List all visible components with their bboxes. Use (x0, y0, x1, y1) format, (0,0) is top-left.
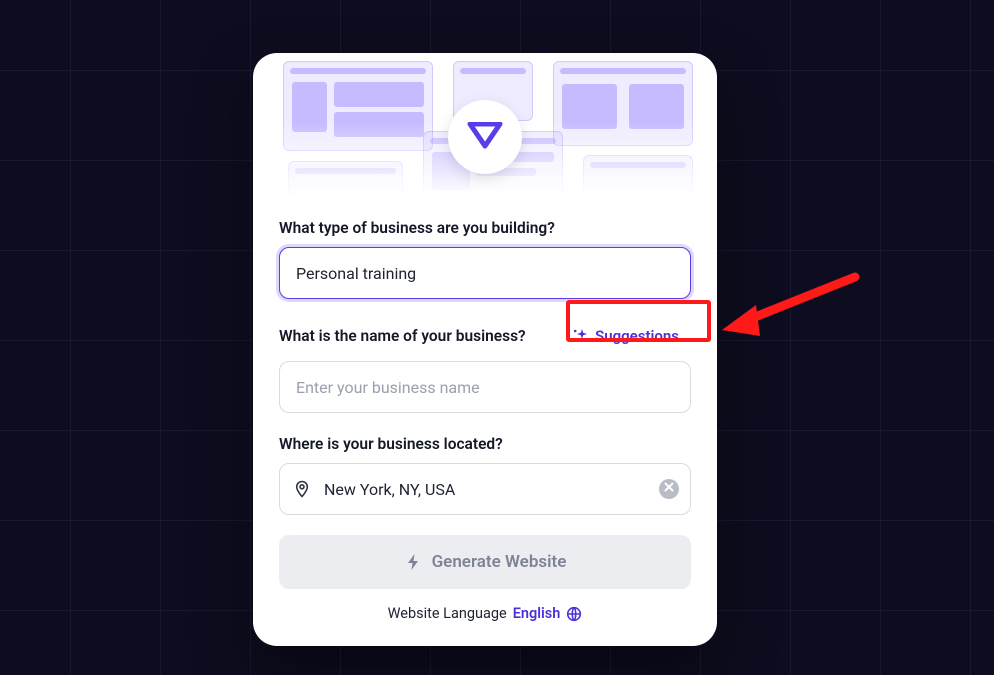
diamond-icon (467, 122, 503, 152)
hero-mockup (288, 161, 403, 211)
business-type-field: What type of business are you building? (279, 219, 691, 299)
close-icon (664, 482, 674, 492)
suggestions-button[interactable]: Suggestions (560, 321, 691, 351)
business-name-field: What is the name of your business? Sugge… (279, 321, 691, 413)
brand-logo (448, 100, 522, 174)
business-location-input[interactable] (279, 463, 691, 515)
card-hero (253, 53, 717, 211)
business-type-label: What type of business are you building? (279, 219, 555, 237)
form-body: What type of business are you building? … (253, 219, 717, 646)
business-location-field: Where is your business located? (279, 435, 691, 515)
generate-website-button[interactable]: Generate Website (279, 535, 691, 589)
onboarding-card: What type of business are you building? … (253, 53, 717, 646)
location-pin-icon (293, 480, 311, 498)
suggestions-label: Suggestions (595, 327, 679, 345)
website-language-link[interactable]: English (513, 605, 561, 622)
sparkle-icon (572, 328, 588, 344)
business-name-input[interactable] (279, 361, 691, 413)
website-language-prefix: Website Language (388, 605, 507, 622)
business-location-label: Where is your business located? (279, 435, 503, 453)
generate-website-label: Generate Website (432, 552, 567, 572)
globe-icon (566, 606, 582, 622)
website-language-row: Website Language English (279, 605, 691, 622)
business-name-label: What is the name of your business? (279, 327, 526, 345)
business-type-input[interactable] (279, 247, 691, 299)
annotation-arrow (720, 265, 870, 345)
hero-mockup (583, 155, 693, 210)
clear-location-button[interactable] (659, 479, 679, 499)
lightning-icon (404, 553, 422, 571)
hero-mockup (553, 61, 693, 146)
hero-mockup (283, 61, 433, 151)
